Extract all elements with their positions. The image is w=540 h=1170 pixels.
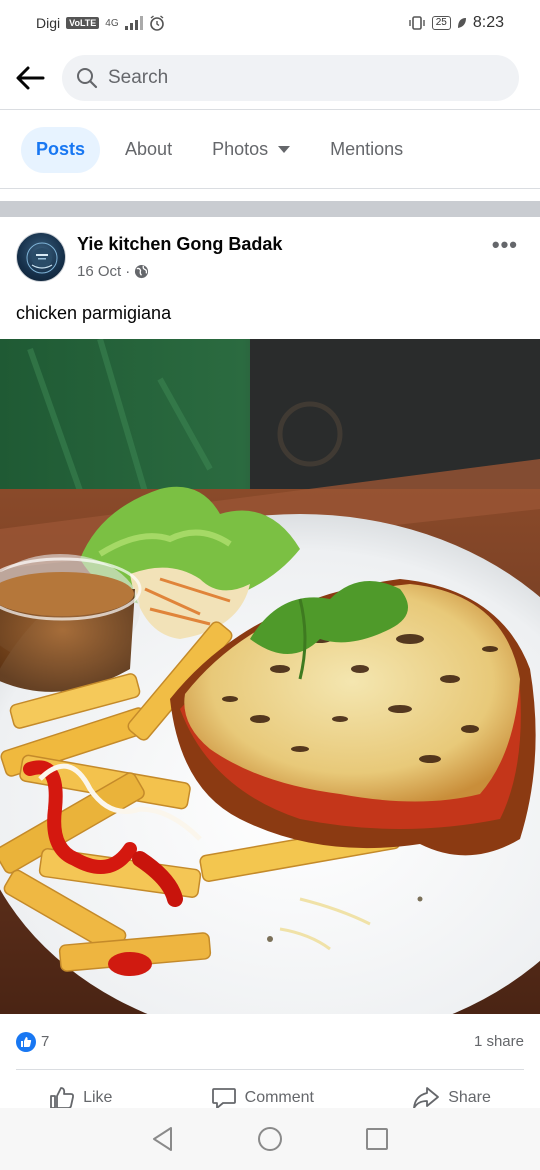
comment-label: Comment <box>244 1089 314 1106</box>
like-count[interactable]: 7 <box>41 1033 49 1050</box>
profile-tabs: Posts About Photos Mentions <box>0 111 540 189</box>
status-right: 25 8:23 <box>408 14 504 32</box>
volte-badge: VoLTE <box>66 17 100 29</box>
share-button[interactable]: Share <box>412 1086 491 1110</box>
alarm-icon <box>149 15 164 31</box>
tab-label: Photos <box>212 139 269 159</box>
thumbs-up-icon <box>21 1037 32 1047</box>
avatar[interactable] <box>16 232 66 282</box>
reactions-summary: 7 1 share <box>0 1014 540 1070</box>
page-name[interactable]: Yie kitchen Gong Badak <box>77 234 282 255</box>
back-button[interactable] <box>0 46 60 110</box>
comment-icon <box>211 1088 236 1109</box>
back-arrow-icon <box>16 66 45 89</box>
tab-label: Posts <box>36 139 86 159</box>
network-type: 4G <box>105 17 119 29</box>
share-count[interactable]: 1 share <box>474 1033 524 1050</box>
share-label: Share <box>448 1089 491 1106</box>
signal-icon <box>124 16 143 30</box>
meta-separator: · <box>125 263 131 280</box>
chevron-down-icon <box>278 146 291 153</box>
like-button[interactable]: Like <box>49 1086 112 1110</box>
tab-label: Mentions <box>330 139 404 159</box>
share-arrow-icon <box>413 1087 440 1109</box>
vibrate-icon <box>409 16 425 30</box>
status-left: Digi VoLTE 4G <box>36 15 165 31</box>
tab-posts[interactable]: Posts <box>21 126 101 173</box>
clock: 8:23 <box>472 14 504 31</box>
back-triangle-icon[interactable] <box>151 1126 175 1152</box>
battery-saver-leaf-icon <box>457 18 466 28</box>
search-input[interactable]: Search <box>62 55 519 101</box>
search-icon <box>77 68 98 89</box>
like-label: Like <box>83 1089 113 1106</box>
carrier-label: Digi <box>36 15 61 31</box>
section-divider <box>0 201 540 217</box>
like-reaction-icon[interactable] <box>16 1032 36 1052</box>
tab-mentions[interactable]: Mentions <box>315 127 418 173</box>
tab-about[interactable]: About <box>110 127 187 173</box>
tab-label: About <box>125 139 173 159</box>
search-header: Search <box>0 46 540 110</box>
comment-button[interactable]: Comment <box>211 1086 314 1110</box>
post-meta: 16 Oct · <box>77 263 149 280</box>
post-photo[interactable] <box>0 339 540 1014</box>
recents-square-icon[interactable] <box>365 1127 389 1151</box>
battery-level: 25 <box>431 16 451 30</box>
action-divider <box>16 1069 524 1070</box>
post-header: Yie kitchen Gong Badak 16 Oct · ••• <box>0 226 540 290</box>
page-logo-icon <box>26 242 58 274</box>
status-bar: Digi VoLTE 4G 25 8:23 <box>0 0 540 46</box>
tab-photos[interactable]: Photos <box>197 127 305 173</box>
system-nav-bar <box>0 1108 540 1170</box>
home-circle-icon[interactable] <box>257 1126 283 1152</box>
post-date[interactable]: 16 Oct <box>77 263 121 280</box>
chicken-parmigiana-photo <box>0 339 540 1014</box>
more-options-button[interactable]: ••• <box>492 232 518 258</box>
search-placeholder: Search <box>108 67 169 88</box>
post-caption: chicken parmigiana <box>16 303 172 323</box>
globe-icon <box>135 264 149 279</box>
thumbs-up-icon <box>50 1087 75 1109</box>
